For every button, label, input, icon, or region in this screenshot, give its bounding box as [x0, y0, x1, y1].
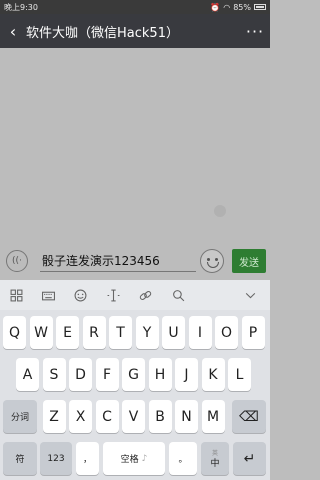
- scroll-indicator: [214, 205, 226, 217]
- grid-menu-icon[interactable]: [0, 289, 32, 302]
- voice-input-icon[interactable]: ((·: [6, 250, 28, 272]
- key-v[interactable]: V: [122, 400, 145, 433]
- space-label: 空格: [120, 455, 139, 465]
- send-button[interactable]: 发送: [232, 249, 266, 273]
- lang-zh-label: 中: [210, 458, 220, 469]
- soft-keyboard: Q W E R T Y U I O P A S D F G H J K L 分词…: [0, 310, 270, 480]
- key-k[interactable]: K: [201, 358, 225, 391]
- enter-key[interactable]: ↵: [233, 442, 266, 475]
- link-icon[interactable]: [130, 289, 162, 302]
- key-l[interactable]: L: [228, 358, 251, 391]
- battery-icon: [254, 4, 266, 10]
- symbols-key[interactable]: 符: [3, 442, 37, 475]
- language-toggle-key[interactable]: 英 中: [201, 442, 229, 475]
- wifi-icon: ◠: [223, 2, 231, 12]
- key-r[interactable]: R: [82, 316, 106, 349]
- battery-percent: 85%: [233, 2, 251, 12]
- key-y[interactable]: Y: [135, 316, 159, 349]
- key-u[interactable]: U: [162, 316, 185, 349]
- alarm-icon: ⏰: [210, 2, 221, 12]
- key-n[interactable]: N: [175, 400, 198, 433]
- status-icons: ⏰ ◠ 85%: [210, 3, 266, 12]
- key-a[interactable]: A: [16, 358, 39, 391]
- key-p[interactable]: P: [241, 316, 265, 349]
- period-key[interactable]: 。: [169, 442, 197, 475]
- status-time: 晚上9:30: [4, 2, 38, 12]
- microphone-icon: ♪: [141, 453, 148, 464]
- key-o[interactable]: O: [215, 316, 238, 349]
- back-arrow-icon[interactable]: ‹: [0, 22, 26, 41]
- key-q[interactable]: Q: [3, 316, 26, 349]
- keyboard-toolbar: [0, 280, 270, 310]
- emoji-icon[interactable]: [200, 249, 224, 273]
- key-x[interactable]: X: [69, 400, 92, 433]
- message-input[interactable]: 骰子连发演示123456: [40, 250, 196, 272]
- key-m[interactable]: M: [201, 400, 225, 433]
- message-input-bar: ((· 骰子连发演示123456 发送: [0, 244, 270, 280]
- status-bar: 晚上9:30 ⏰ ◠ 85%: [0, 0, 270, 14]
- key-g[interactable]: G: [122, 358, 145, 391]
- chat-title: 软件大咖（微信Hack51）: [26, 25, 179, 41]
- backspace-key[interactable]: ⌫: [232, 400, 266, 433]
- key-s[interactable]: S: [42, 358, 66, 391]
- key-j[interactable]: J: [175, 358, 198, 391]
- comma-key[interactable]: ，: [76, 442, 99, 475]
- space-key[interactable]: 空格 ♪: [103, 442, 165, 475]
- numbers-key[interactable]: 123: [40, 442, 72, 475]
- key-f[interactable]: F: [95, 358, 119, 391]
- lang-en-label: 英: [211, 449, 218, 457]
- collapse-keyboard-icon[interactable]: [230, 289, 270, 302]
- key-h[interactable]: H: [148, 358, 172, 391]
- segment-key[interactable]: 分词: [3, 400, 37, 433]
- key-w[interactable]: W: [29, 316, 53, 349]
- key-i[interactable]: I: [188, 316, 212, 349]
- key-d[interactable]: D: [69, 358, 92, 391]
- key-e[interactable]: E: [56, 316, 79, 349]
- chat-header: ‹ 软件大咖（微信Hack51） ···: [0, 14, 270, 48]
- key-t[interactable]: T: [109, 316, 132, 349]
- emoji-face-icon[interactable]: [65, 289, 97, 302]
- key-z[interactable]: Z: [42, 400, 66, 433]
- key-b[interactable]: B: [148, 400, 172, 433]
- search-icon[interactable]: [162, 289, 194, 302]
- keyboard-layout-icon[interactable]: [32, 289, 64, 302]
- cursor-move-icon[interactable]: [97, 289, 129, 302]
- key-c[interactable]: C: [95, 400, 119, 433]
- chat-message-area[interactable]: [0, 48, 270, 244]
- more-options-icon[interactable]: ···: [240, 22, 270, 41]
